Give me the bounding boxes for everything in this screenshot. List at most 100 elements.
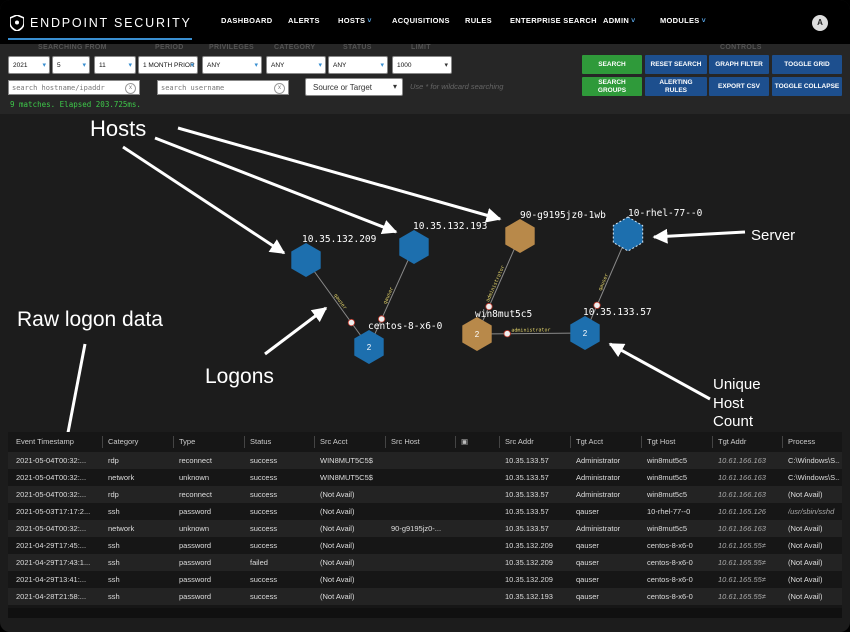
day-value: 11: [99, 62, 106, 69]
nav-admin[interactable]: ADMIN ˅: [603, 16, 635, 25]
column-header[interactable]: ▣: [461, 432, 468, 452]
column-header[interactable]: Event Timestamp: [16, 432, 74, 452]
table-cell: centos-8-x6-0: [647, 592, 693, 601]
status-select[interactable]: ANY ▾: [328, 56, 388, 74]
column-divider[interactable]: [499, 436, 500, 448]
arrow-line: [652, 228, 746, 244]
graph-edge[interactable]: [305, 259, 370, 348]
column-divider[interactable]: [314, 436, 315, 448]
arrow-line: [264, 306, 328, 356]
toggle-grid-button[interactable]: TOGGLE GRID: [772, 55, 842, 74]
privileges-select[interactable]: ANY ▾: [202, 56, 262, 74]
logo[interactable]: ENDPOINT SECURITY: [10, 13, 192, 33]
username-search-input[interactable]: search username x: [157, 80, 289, 95]
nav-rules[interactable]: RULES: [465, 16, 492, 25]
search-button[interactable]: SEARCH: [582, 55, 642, 74]
source-target-select[interactable]: Source or Target ▾: [305, 78, 403, 96]
column-divider[interactable]: [102, 436, 103, 448]
column-header[interactable]: Src Addr: [505, 432, 534, 452]
table-cell: [391, 571, 457, 588]
graph-filter-button[interactable]: GRAPH FILTER: [709, 55, 769, 74]
host-node[interactable]: [291, 243, 321, 277]
category-select[interactable]: ANY ▾: [266, 56, 326, 74]
column-divider[interactable]: [455, 436, 456, 448]
column-header[interactable]: Tgt Acct: [576, 432, 603, 452]
table-cell: qauser: [576, 558, 599, 567]
table-cell: 2021-05-04T00:32:...: [16, 490, 87, 499]
chevron-down-icon: ▾: [190, 62, 194, 69]
host-node[interactable]: [505, 219, 535, 253]
nav-dashboard[interactable]: DASHBOARD: [221, 16, 272, 25]
table-row[interactable]: 2021-05-04T00:32:... rdp reconnect success (…: [8, 486, 842, 503]
table-cell: qauser: [576, 592, 599, 601]
nav-hosts[interactable]: HOSTS ˅: [338, 16, 372, 25]
reset-search-button[interactable]: RESET SEARCH: [645, 55, 707, 74]
clear-icon[interactable]: x: [274, 83, 285, 94]
limit-select[interactable]: 1000 ▾: [392, 56, 452, 74]
column-header[interactable]: Src Acct: [320, 432, 348, 452]
label-status: STATUS: [343, 44, 372, 51]
table-cell: unknown: [179, 524, 210, 533]
table-cell: rdp: [108, 490, 119, 499]
table-cell: 10.35.132.209: [505, 541, 553, 550]
day-select[interactable]: 11 ▾: [94, 56, 136, 74]
table-row[interactable]: 2021-05-04T00:32:... rdp reconnect success W…: [8, 452, 842, 469]
column-header[interactable]: Tgt Addr: [718, 432, 746, 452]
column-divider[interactable]: [173, 436, 174, 448]
column-header[interactable]: Status: [250, 432, 271, 452]
nav-modules[interactable]: MODULES ˅: [660, 16, 706, 25]
column-header[interactable]: Category: [108, 432, 138, 452]
year-value: 2021: [13, 62, 28, 69]
period-select[interactable]: 1 MONTH PRIOR ▾: [138, 56, 198, 74]
toggle-collapse-button[interactable]: TOGGLE COLLAPSE: [772, 77, 842, 96]
export-csv-button[interactable]: EXPORT CSV: [709, 77, 769, 96]
avatar[interactable]: A: [812, 15, 828, 31]
nav-enterprise-search[interactable]: ENTERPRISE SEARCH: [510, 16, 597, 25]
year-select[interactable]: 2021 ▾: [8, 56, 50, 74]
column-divider[interactable]: [385, 436, 386, 448]
table-row[interactable]: 2021-04-29T13:41:... ssh password success (N…: [8, 571, 842, 588]
month-select[interactable]: 5 ▾: [52, 56, 90, 74]
nav-alerts[interactable]: ALERTS: [288, 16, 320, 25]
chevron-down-icon: ▾: [444, 62, 448, 69]
host-node[interactable]: [612, 216, 644, 252]
column-divider[interactable]: [570, 436, 571, 448]
user-badge-icon[interactable]: [347, 319, 355, 327]
nav-acquisitions[interactable]: ACQUISITIONS: [392, 16, 450, 25]
month-value: 5: [57, 62, 61, 69]
table-row[interactable]: 2021-04-29T17:43:1... ssh password failed (N…: [8, 554, 842, 571]
table-cell: /usr/sbin/sshd: [788, 507, 835, 516]
columns-icon[interactable]: ▣: [461, 437, 468, 446]
column-header[interactable]: Tgt Host: [647, 432, 675, 452]
status-line: 9 matches. Elapsed 203.725ms.: [10, 100, 141, 109]
host-node[interactable]: [399, 230, 429, 264]
graph-edge[interactable]: [584, 233, 629, 334]
hostname-search-input[interactable]: search hostname/ipaddr x: [8, 80, 140, 95]
table-row[interactable]: 2021-04-29T17:45:... ssh password success (N…: [8, 537, 842, 554]
column-header[interactable]: Process: [788, 432, 815, 452]
column-divider[interactable]: [641, 436, 642, 448]
column-divider[interactable]: [244, 436, 245, 448]
table-cell: 90-g9195jz0-...: [391, 524, 442, 533]
table-cell: (Not Avail): [788, 592, 823, 601]
clear-icon[interactable]: x: [125, 83, 136, 94]
table-row[interactable]: 2021-05-04T00:32:... network unknown succes…: [8, 469, 842, 486]
table-cell: success: [250, 507, 278, 516]
alerting-rules-button[interactable]: ALERTING RULES: [645, 77, 707, 96]
column-header[interactable]: Type: [179, 432, 195, 452]
user-badge-icon[interactable]: [503, 330, 511, 338]
annotation-line: Unique: [713, 376, 761, 393]
table-row[interactable]: 2021-04-28T21:58:... ssh password success (N…: [8, 588, 842, 605]
graph-edge[interactable]: [368, 246, 415, 348]
table-cell: win8mut5c5: [647, 473, 688, 482]
table-cell: 10-rhel-77--0: [647, 507, 691, 516]
search-groups-button[interactable]: SEARCH GROUPS: [582, 77, 642, 96]
column-divider[interactable]: [782, 436, 783, 448]
table-row[interactable]: 2021-05-04T00:32:... network unknown succes…: [8, 520, 842, 537]
table-cell: [391, 486, 457, 503]
table-row[interactable]: 2021-05-03T17:17:2... ssh password success (…: [8, 503, 842, 520]
column-divider[interactable]: [712, 436, 713, 448]
column-header[interactable]: Src Host: [391, 432, 420, 452]
chevron-down-icon: ▾: [254, 62, 258, 69]
table-cell: [461, 520, 501, 537]
